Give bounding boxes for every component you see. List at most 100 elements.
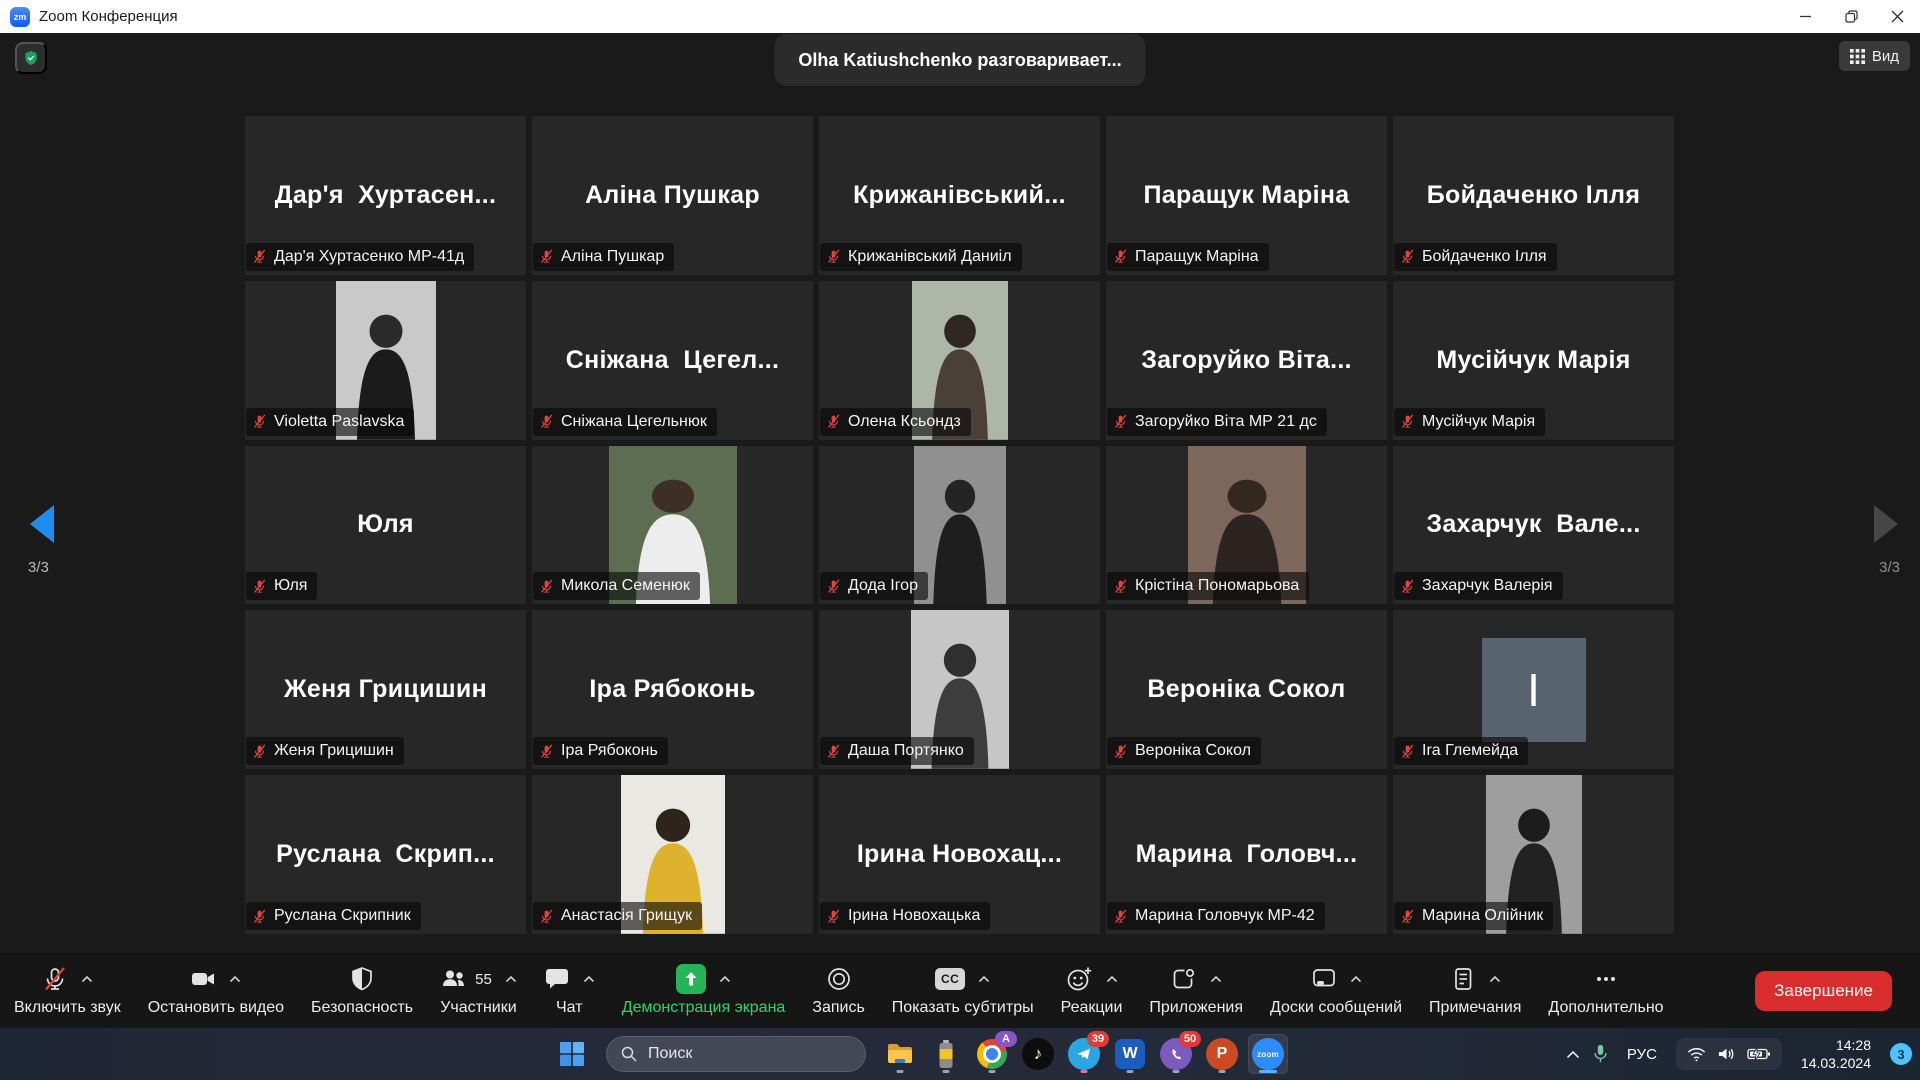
participant-tile[interactable]: Захарчук Вале... Захарчук Валерія <box>1393 446 1674 605</box>
participant-tile[interactable]: Даша Портянко <box>819 610 1100 769</box>
tiktok-icon: ♪ <box>1022 1038 1054 1070</box>
notes-button[interactable]: Примечания <box>1429 964 1521 1017</box>
chevron-up-icon[interactable] <box>719 975 731 983</box>
participant-label: Марина Головчук МР-42 <box>1107 902 1325 930</box>
security-shield-button[interactable] <box>15 42 47 74</box>
participant-tile[interactable]: Дода Ігор <box>819 446 1100 605</box>
tiktok-app[interactable]: ♪ <box>1018 1034 1058 1074</box>
word-app[interactable]: W <box>1110 1034 1150 1074</box>
tray-overflow-button[interactable] <box>1566 1050 1580 1059</box>
share-screen-button[interactable]: Демонстрация экрана <box>622 964 786 1017</box>
participant-tile[interactable]: Марина Головч... Марина Головчук МР-42 <box>1106 775 1387 934</box>
chevron-up-icon[interactable] <box>1489 975 1501 983</box>
participant-tile[interactable]: Анастасія Грищук <box>532 775 813 934</box>
chevron-up-icon[interactable] <box>81 975 93 983</box>
participant-tile[interactable]: Женя Грицишин Женя Грицишин <box>245 610 526 769</box>
participant-label: Сніжана Цегельнюк <box>533 408 717 436</box>
tray-quick-settings[interactable] <box>1676 1038 1782 1070</box>
mic-muted-icon <box>826 909 841 924</box>
participant-tile[interactable]: Іра Рябоконь Іра Рябоконь <box>532 610 813 769</box>
previous-page-arrow[interactable] <box>24 503 58 548</box>
chevron-up-icon[interactable] <box>978 975 990 983</box>
participant-tile[interactable]: Крістіна Пономарьова <box>1106 446 1387 605</box>
participant-tile[interactable]: Загоруйко Віта... Загоруйко Віта МР 21 д… <box>1106 281 1387 440</box>
participant-tile[interactable]: Вероніка Сокол Вероніка Сокол <box>1106 610 1387 769</box>
participant-label-text: Марина Головчук МР-42 <box>1135 907 1315 925</box>
participant-tile[interactable]: Марина Олійник <box>1393 775 1674 934</box>
chevron-up-icon[interactable] <box>1350 975 1362 983</box>
whiteboard-icon <box>1311 966 1337 992</box>
participant-label: Ірина Новохацька <box>820 902 990 930</box>
participant-tile[interactable]: Юля Юля <box>245 446 526 605</box>
restore-button[interactable] <box>1828 0 1874 33</box>
zoom-app[interactable]: zoom <box>1248 1034 1288 1074</box>
participant-tile[interactable]: Бойдаченко Ілля Бойдаченко Ілля <box>1393 116 1674 275</box>
language-indicator[interactable]: РУС <box>1621 1045 1663 1064</box>
chevron-up-icon[interactable] <box>229 975 241 983</box>
chevron-up-icon[interactable] <box>505 975 517 983</box>
view-button[interactable]: Вид <box>1839 41 1910 71</box>
participant-tile[interactable]: I Ira Глемейда <box>1393 610 1674 769</box>
participant-tile[interactable]: Крижанівський... Крижанівський Даниіл <box>819 116 1100 275</box>
telegram-badge: 39 <box>1087 1031 1109 1047</box>
tray-microphone-button[interactable] <box>1593 1044 1608 1064</box>
reactions-button[interactable]: Реакции <box>1061 964 1123 1017</box>
taskbar-search[interactable]: Поиск <box>606 1036 866 1072</box>
mic-muted-icon <box>1400 249 1415 264</box>
end-meeting-button[interactable]: Завершение <box>1755 971 1892 1011</box>
running-indicator <box>1127 1070 1134 1073</box>
chat-button[interactable]: Чат <box>544 964 595 1017</box>
participant-tile[interactable]: Микола Семенюк <box>532 446 813 605</box>
chevron-up-icon[interactable] <box>1210 975 1222 983</box>
participant-label: Паращук Маріна <box>1107 243 1269 271</box>
participant-label: Violetta Paslavska <box>246 408 414 436</box>
whiteboards-button[interactable]: Доски сообщений <box>1270 964 1402 1017</box>
minimize-button[interactable] <box>1782 0 1828 33</box>
participant-tile[interactable]: Олена Ксьондз <box>819 281 1100 440</box>
participant-tile[interactable]: Дар'я Хуртасен... Дар'я Хуртасенко МР-41… <box>245 116 526 275</box>
chevron-up-icon[interactable] <box>1106 975 1118 983</box>
stop-video-button[interactable]: Остановить видео <box>148 964 284 1017</box>
participant-label-text: Ira Глемейда <box>1422 742 1518 760</box>
reactions-smiley-icon <box>1066 966 1093 992</box>
participant-tile[interactable]: Аліна Пушкар Аліна Пушкар <box>532 116 813 275</box>
captions-button[interactable]: CC Показать субтитры <box>892 964 1034 1017</box>
participant-label-text: Крижанівський Даниіл <box>848 248 1012 266</box>
chrome-app[interactable]: A <box>972 1034 1012 1074</box>
participant-tile[interactable]: Violetta Paslavska <box>245 281 526 440</box>
battery-app[interactable] <box>926 1034 966 1074</box>
next-page-arrow[interactable] <box>1870 503 1904 548</box>
participant-tile[interactable]: Сніжана Цегел... Сніжана Цегельнюк <box>532 281 813 440</box>
record-button[interactable]: Запись <box>812 964 865 1017</box>
participant-label: Руслана Скрипник <box>246 902 421 930</box>
security-button[interactable]: Безопасность <box>311 964 413 1017</box>
participant-label: Бойдаченко Ілля <box>1394 243 1557 271</box>
notification-count-badge[interactable]: 3 <box>1890 1043 1912 1065</box>
powerpoint-app[interactable]: P <box>1202 1034 1242 1074</box>
chevron-up-icon[interactable] <box>583 975 595 983</box>
start-button[interactable] <box>552 1034 592 1074</box>
participant-tile[interactable]: Ірина Новохац... Ірина Новохацька <box>819 775 1100 934</box>
search-placeholder: Поиск <box>648 1045 692 1063</box>
apps-button[interactable]: Приложения <box>1149 964 1243 1017</box>
participant-label: Мусійчук Марія <box>1394 408 1545 436</box>
participant-tile[interactable]: Руслана Скрип... Руслана Скрипник <box>245 775 526 934</box>
participant-label-text: Вероніка Сокол <box>1135 742 1251 760</box>
participant-tile[interactable]: Паращук Маріна Паращук Маріна <box>1106 116 1387 275</box>
viber-app[interactable]: 50 <box>1156 1034 1196 1074</box>
mic-muted-icon <box>826 579 841 594</box>
more-button[interactable]: Дополнительно <box>1548 964 1663 1017</box>
participant-tile[interactable]: Мусійчук Марія Мусійчук Марія <box>1393 281 1674 440</box>
unmute-button[interactable]: Включить звук <box>14 964 121 1017</box>
participant-label-text: Сніжана Цегельнюк <box>561 413 707 431</box>
participant-label-text: Юля <box>274 577 307 595</box>
close-button[interactable] <box>1874 0 1920 33</box>
participant-label: Вероніка Сокол <box>1107 737 1261 765</box>
participant-label: Аліна Пушкар <box>533 243 674 271</box>
telegram-app[interactable]: 39 <box>1064 1034 1104 1074</box>
participant-label-text: Олена Ксьондз <box>848 413 961 431</box>
clock[interactable]: 14:28 14.03.2024 <box>1795 1035 1877 1073</box>
participant-label-text: Руслана Скрипник <box>274 907 411 925</box>
file-explorer-app[interactable] <box>880 1034 920 1074</box>
participants-button[interactable]: 55 Участники <box>440 964 517 1017</box>
